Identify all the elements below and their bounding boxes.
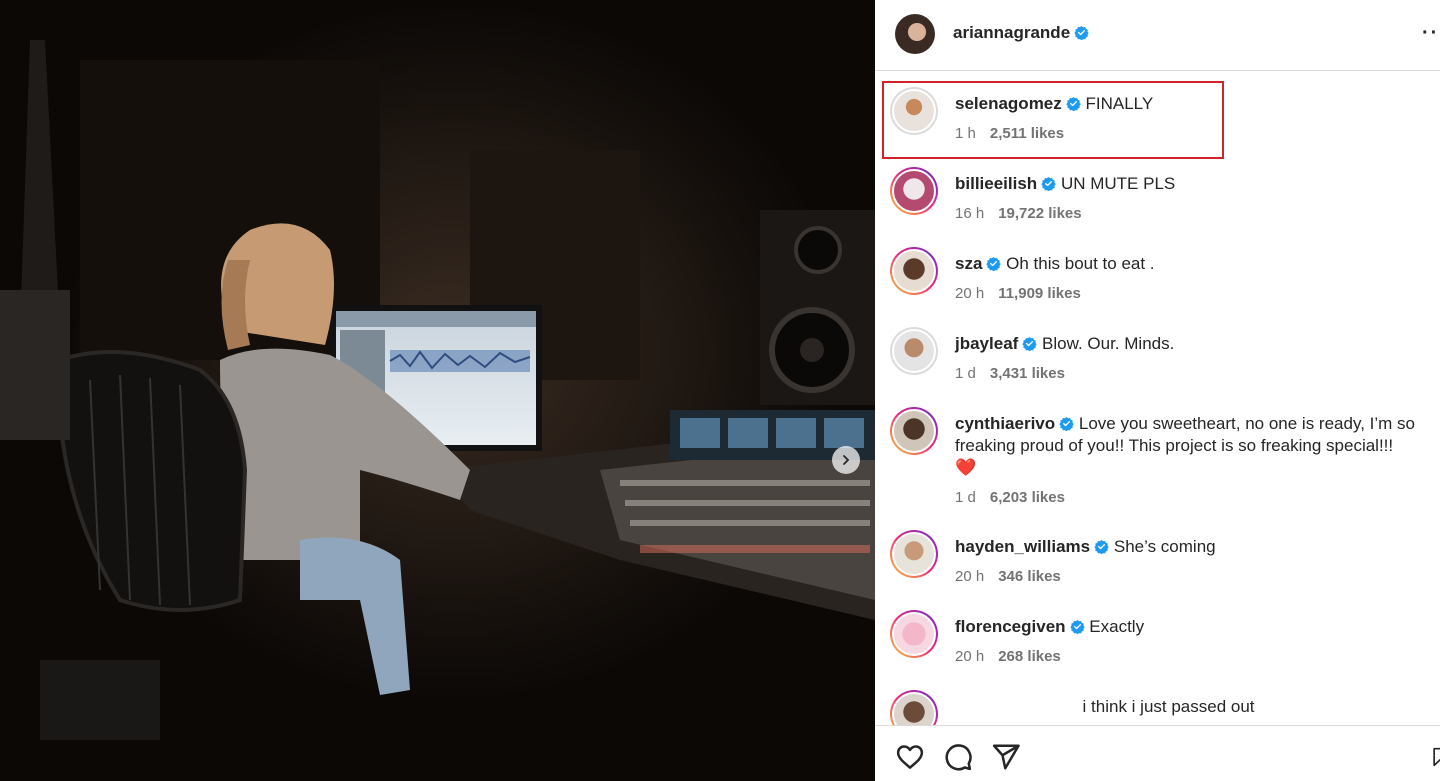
verified-badge-icon [1022, 336, 1038, 351]
comment-icon[interactable] [943, 742, 973, 772]
author-username[interactable]: ariannagrande [953, 23, 1089, 43]
comment-avatar[interactable] [890, 690, 938, 725]
comment-username[interactable]: sza [955, 254, 982, 273]
verified-badge-icon [986, 256, 1002, 271]
comment-avatar[interactable] [890, 87, 938, 135]
next-image-button[interactable] [832, 446, 860, 474]
post-header: ariannagrande ··· [875, 0, 1440, 71]
comment-time[interactable]: 1 d [955, 365, 976, 382]
comment-username[interactable]: hayden_williams [955, 537, 1090, 556]
comment-item: florencegiven Exactly 20 h 268 likes [875, 610, 1440, 680]
verified-badge-icon [1041, 176, 1056, 191]
comment-time[interactable]: 20 h [955, 568, 984, 585]
comment-username[interactable]: florencegiven [955, 617, 1066, 636]
comment-avatar[interactable] [890, 610, 938, 658]
comment-item: selenagomez FINALLY 1 h 2,511 likes [875, 87, 1440, 157]
author-avatar[interactable] [895, 14, 935, 54]
comment-likes[interactable]: 11,909 likes [998, 285, 1081, 302]
verified-badge-icon [1069, 619, 1085, 634]
comment-avatar[interactable] [890, 247, 938, 295]
comment-likes[interactable]: 346 likes [998, 568, 1061, 585]
verified-badge-icon [1074, 25, 1089, 40]
studio-photo-image [0, 0, 875, 781]
comment-time[interactable]: 16 h [955, 205, 984, 222]
comment-item: jbayleaf Blow. Our. Minds. 1 d 3,431 like… [875, 327, 1440, 397]
comment-username[interactable]: cynthiaerivo [955, 414, 1055, 433]
comment-likes[interactable]: 268 likes [998, 648, 1061, 665]
comment-item: hayden_williams She’s coming 20 h 346 lik… [875, 530, 1440, 600]
comment-text: She’s coming [1113, 537, 1216, 556]
post-photo [0, 0, 875, 781]
comment-item: sza Oh this bout to eat . 20 h 11,909 lik… [875, 247, 1440, 317]
comment-item: i think i just passed out [875, 690, 1440, 725]
comment-avatar[interactable] [890, 327, 938, 375]
comment-text: Exactly [1089, 617, 1145, 636]
comment-likes[interactable]: 6,203 likes [990, 489, 1065, 506]
comment-item: billieeilish UN MUTE PLS 16 h 19,722 like… [875, 167, 1440, 237]
comments-list: selenagomez FINALLY 1 h 2,511 likes billi… [875, 71, 1440, 725]
heart-icon[interactable] [895, 742, 925, 772]
comment-text: i think i just passed out [1082, 697, 1255, 716]
comment-username[interactable]: jbayleaf [955, 334, 1018, 353]
comment-text: UN MUTE PLS [1060, 174, 1176, 193]
verified-badge-icon [1066, 96, 1081, 111]
comment-avatar[interactable] [890, 167, 938, 215]
comment-username-redacted[interactable] [955, 697, 1078, 716]
comment-likes[interactable]: 2,511 likes [990, 125, 1064, 142]
post-side-panel: ariannagrande ··· selenagomez FINALLY 1 … [875, 0, 1440, 781]
comment-avatar[interactable] [890, 407, 938, 455]
comment-time[interactable]: 1 d [955, 489, 976, 506]
comment-time[interactable]: 1 h [955, 125, 976, 142]
comment-time[interactable]: 20 h [955, 648, 984, 665]
send-icon[interactable] [991, 742, 1021, 772]
post-action-bar [875, 725, 1440, 781]
comment-username[interactable]: billieeilish [955, 174, 1037, 193]
comment-likes[interactable]: 3,431 likes [990, 365, 1065, 382]
verified-badge-icon [1094, 539, 1109, 554]
comment-username[interactable]: selenagomez [955, 94, 1062, 113]
comment-text: Oh this bout to eat . [1006, 254, 1155, 273]
comment-text: Blow. Our. Minds. [1042, 334, 1175, 353]
bookmark-icon[interactable] [1430, 742, 1440, 772]
chevron-right-icon [843, 455, 850, 465]
author-name-text[interactable]: ariannagrande [953, 23, 1070, 42]
comment-avatar[interactable] [890, 530, 938, 578]
comment-likes[interactable]: 19,722 likes [998, 205, 1081, 222]
verified-badge-icon [1059, 416, 1074, 431]
comment-text: FINALLY [1085, 94, 1154, 113]
comment-item: cynthiaerivo Love you sweetheart, no one… [875, 407, 1440, 517]
comment-time[interactable]: 20 h [955, 285, 984, 302]
heart-emoji: ❤️ [955, 458, 977, 477]
more-options-button[interactable]: ··· [1422, 22, 1440, 45]
